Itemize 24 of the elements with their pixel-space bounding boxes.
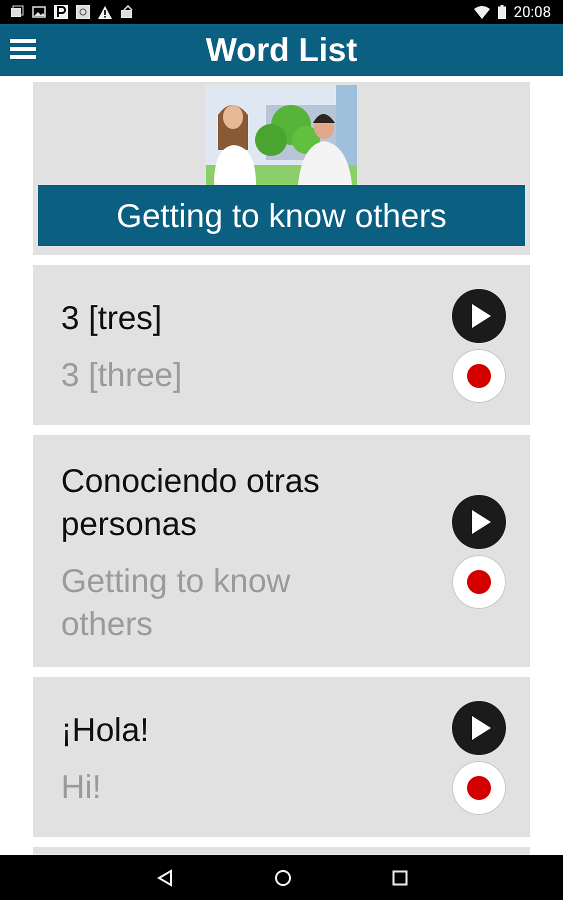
page-title: Word List [206,31,358,69]
parking-icon [54,5,68,19]
wifi-icon [474,6,490,18]
back-button[interactable] [156,868,174,886]
home-button[interactable] [274,868,292,886]
spanish-phrase: 3 [tres] [61,298,163,338]
play-button[interactable] [452,289,506,343]
menu-button[interactable] [8,36,38,62]
english-translation: 3 [three] [61,355,184,395]
app-icon [76,5,90,19]
spanish-phrase: ¡Hola! [61,710,150,750]
play-button[interactable] [452,495,506,549]
topic-title: Getting to know others [38,185,525,246]
english-translation: Getting to know others [61,561,292,644]
notification-icon [10,5,24,19]
image-icon [32,5,46,19]
notification-icon [120,5,134,19]
spanish-phrase: Conociendo otras personas [61,461,321,544]
english-translation: Hi! [61,767,102,807]
status-time: 20:08 [514,3,551,21]
recents-button[interactable] [392,870,408,886]
warning-icon [98,6,112,18]
play-button[interactable] [452,701,506,755]
battery-icon [498,5,506,19]
